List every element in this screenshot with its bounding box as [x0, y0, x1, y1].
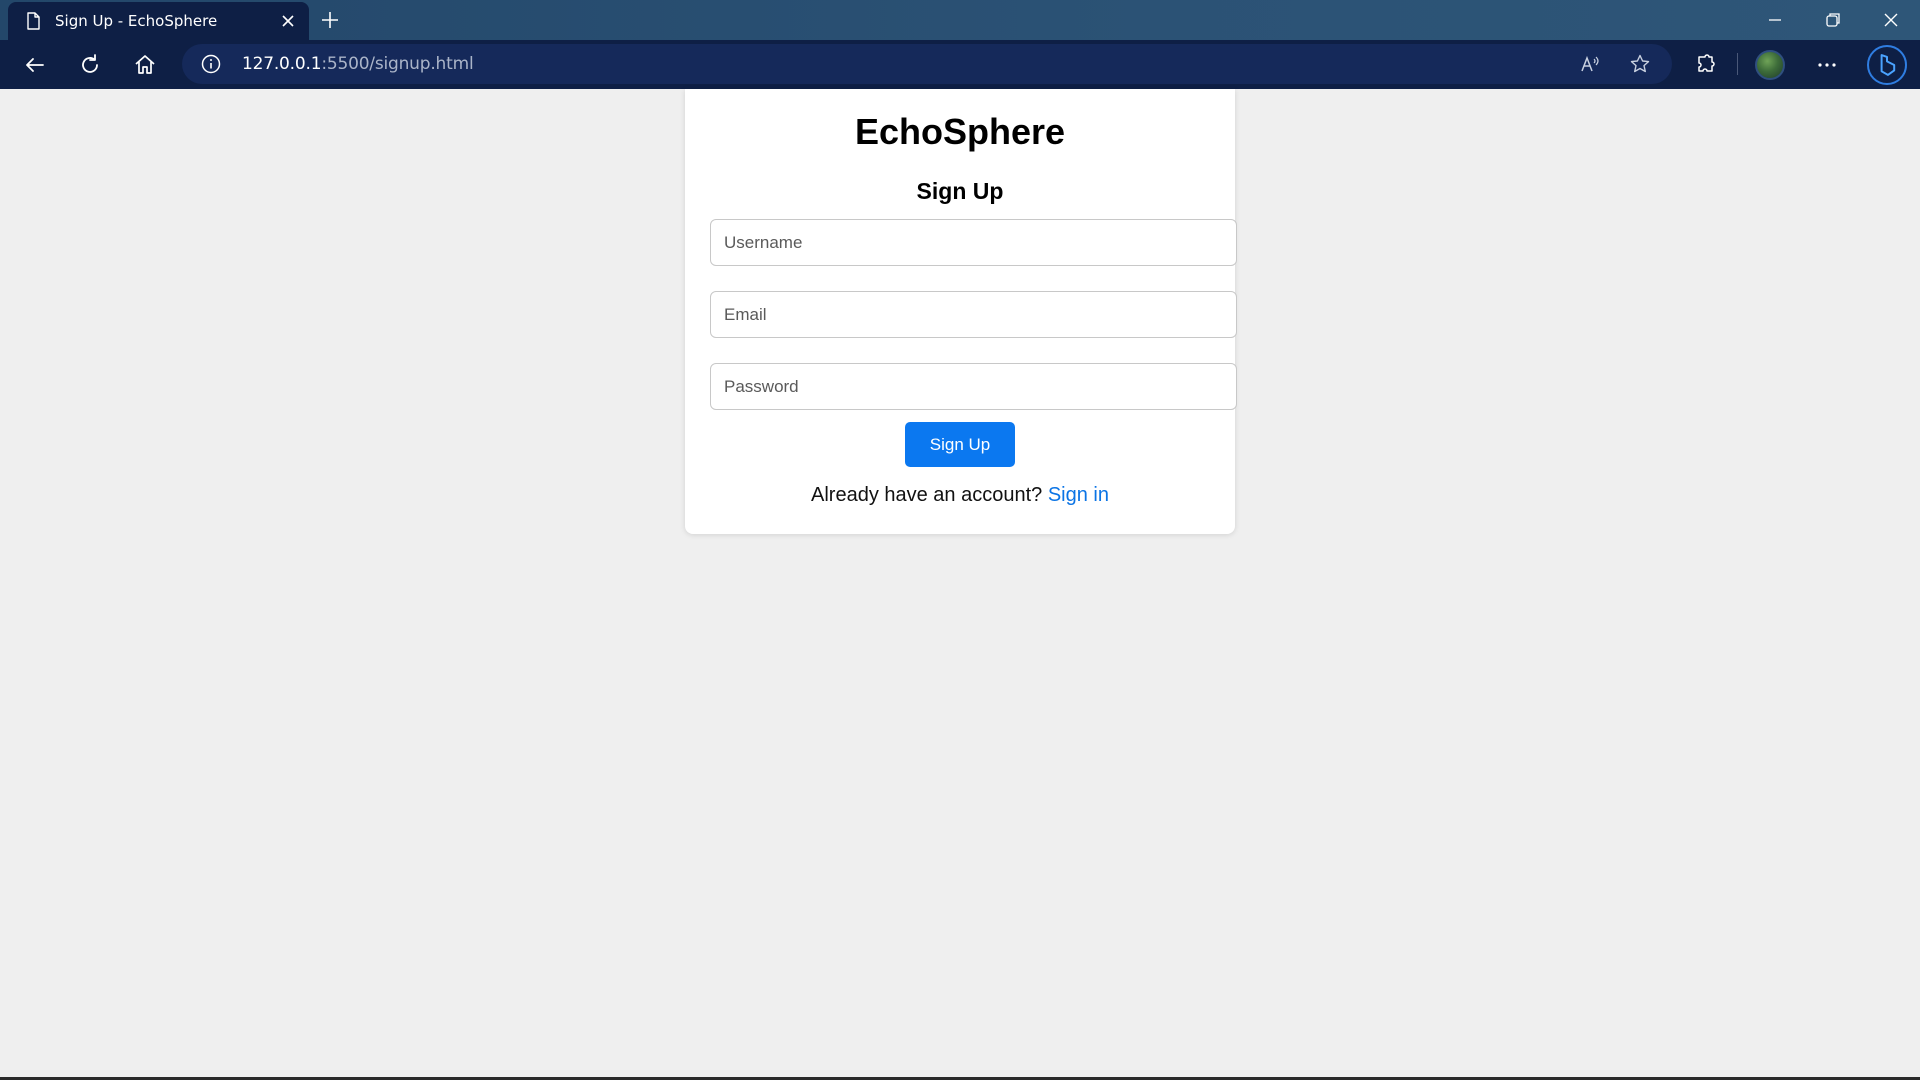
- url-text[interactable]: 127.0.0.1:5500/signup.html: [242, 54, 474, 74]
- url-path: :5500/signup.html: [321, 54, 474, 74]
- close-tab-icon[interactable]: [279, 12, 297, 30]
- username-input[interactable]: [710, 219, 1237, 266]
- new-tab-icon[interactable]: [318, 8, 342, 32]
- read-aloud-icon[interactable]: [1579, 53, 1601, 75]
- copilot-icon[interactable]: [1867, 45, 1907, 85]
- toolbar-divider: [1737, 53, 1738, 75]
- password-input[interactable]: [710, 363, 1237, 410]
- brand-title: EchoSphere: [854, 111, 1066, 152]
- browser-tab-active[interactable]: Sign Up - EchoSphere: [8, 2, 309, 40]
- address-bar[interactable]: 127.0.0.1:5500/signup.html: [182, 44, 1672, 84]
- signin-prompt-text: Already have an account?: [811, 484, 1043, 506]
- minimize-icon[interactable]: [1763, 8, 1787, 32]
- favorite-star-icon[interactable]: [1629, 53, 1651, 75]
- restore-icon[interactable]: [1821, 8, 1845, 32]
- url-host: 127.0.0.1: [242, 54, 322, 74]
- signin-link[interactable]: Sign in: [1048, 484, 1109, 506]
- more-options-icon[interactable]: [1814, 52, 1840, 78]
- extensions-icon[interactable]: [1693, 52, 1719, 78]
- form-heading: Sign Up: [916, 178, 1004, 204]
- page-icon: [27, 12, 40, 30]
- signup-card: EchoSphere Sign Up Sign Up Already have …: [685, 89, 1237, 534]
- browser-tab-strip: Sign Up - EchoSphere: [0, 0, 1920, 40]
- close-window-icon[interactable]: [1879, 8, 1903, 32]
- refresh-icon[interactable]: [77, 52, 103, 78]
- signup-button[interactable]: Sign Up: [905, 422, 1015, 467]
- email-input[interactable]: [710, 291, 1237, 338]
- back-arrow-icon[interactable]: [22, 52, 48, 78]
- bing-logo-icon: [1880, 54, 1896, 76]
- browser-toolbar: 127.0.0.1:5500/signup.html: [0, 40, 1920, 89]
- signin-prompt: Already have an account? Sign in: [685, 484, 1235, 507]
- tab-title: Sign Up - EchoSphere: [55, 12, 218, 30]
- home-icon[interactable]: [132, 52, 158, 78]
- profile-avatar[interactable]: [1755, 50, 1785, 80]
- site-info-icon[interactable]: [200, 53, 222, 75]
